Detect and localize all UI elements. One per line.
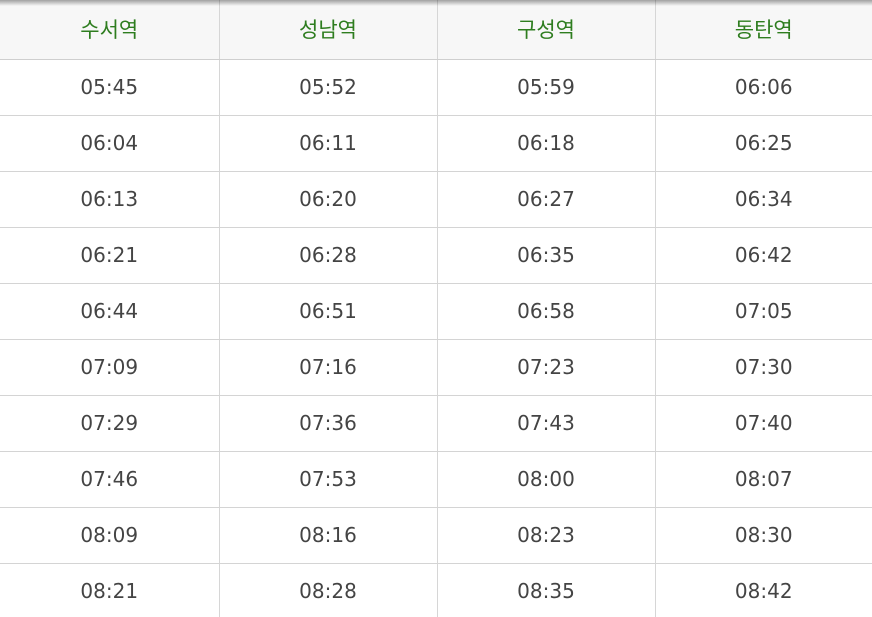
- table-cell: 07:29: [0, 395, 219, 452]
- table-cell: 07:09: [0, 339, 219, 396]
- header-station-dongtan: 동탄역: [654, 0, 872, 60]
- table-row: 06:13 06:20 06:27 06:34: [0, 171, 872, 228]
- table-cell: 06:34: [654, 171, 872, 228]
- table-cell: 08:30: [654, 507, 872, 564]
- table-row: 06:44 06:51 06:58 07:05: [0, 283, 872, 340]
- header-row: 수서역 성남역 구성역 동탄역: [0, 0, 872, 60]
- table-cell: 06:44: [0, 283, 219, 340]
- table-cell: 06:25: [654, 115, 872, 172]
- table-row: 05:45 05:52 05:59 06:06: [0, 59, 872, 116]
- table-row: 07:46 07:53 08:00 08:07: [0, 451, 872, 508]
- table-cell: 06:11: [218, 115, 437, 172]
- table-row: 07:29 07:36 07:43 07:40: [0, 395, 872, 452]
- table-cell: 08:09: [0, 507, 219, 564]
- table-cell: 08:35: [436, 563, 655, 617]
- table-cell: 06:13: [0, 171, 219, 228]
- table-cell: 06:21: [0, 227, 219, 284]
- table-cell: 05:52: [218, 59, 437, 116]
- table-cell: 08:16: [218, 507, 437, 564]
- table-cell: 07:36: [218, 395, 437, 452]
- table-cell: 06:51: [218, 283, 437, 340]
- train-timetable: 수서역 성남역 구성역 동탄역 05:45 05:52 05:59 06:06 …: [0, 0, 872, 617]
- table-cell: 08:28: [218, 563, 437, 617]
- table-cell: 06:28: [218, 227, 437, 284]
- table-cell: 06:20: [218, 171, 437, 228]
- table-cell: 06:58: [436, 283, 655, 340]
- table-cell: 06:18: [436, 115, 655, 172]
- header-station-suseo: 수서역: [0, 0, 219, 60]
- table-cell: 07:46: [0, 451, 219, 508]
- table-cell: 07:53: [218, 451, 437, 508]
- table-row: 07:09 07:16 07:23 07:30: [0, 339, 872, 396]
- table-cell: 05:45: [0, 59, 219, 116]
- header-station-guseong: 구성역: [436, 0, 655, 60]
- table-cell: 08:00: [436, 451, 655, 508]
- table-row: 08:09 08:16 08:23 08:30: [0, 507, 872, 564]
- table-cell: 07:40: [654, 395, 872, 452]
- table-cell: 07:23: [436, 339, 655, 396]
- table-cell: 07:16: [218, 339, 437, 396]
- table-cell: 06:06: [654, 59, 872, 116]
- table-row: 08:21 08:28 08:35 08:42: [0, 563, 872, 617]
- table-cell: 06:27: [436, 171, 655, 228]
- table-cell: 08:21: [0, 563, 219, 617]
- table-cell: 08:42: [654, 563, 872, 617]
- header-station-seongnam: 성남역: [218, 0, 437, 60]
- table-cell: 06:42: [654, 227, 872, 284]
- table-cell: 07:05: [654, 283, 872, 340]
- table-cell: 07:43: [436, 395, 655, 452]
- table-cell: 08:23: [436, 507, 655, 564]
- table-cell: 08:07: [654, 451, 872, 508]
- table-cell: 06:04: [0, 115, 219, 172]
- table-row: 06:04 06:11 06:18 06:25: [0, 115, 872, 172]
- table-cell: 05:59: [436, 59, 655, 116]
- table-cell: 07:30: [654, 339, 872, 396]
- timetable-container: 수서역 성남역 구성역 동탄역 05:45 05:52 05:59 06:06 …: [0, 0, 872, 617]
- table-row: 06:21 06:28 06:35 06:42: [0, 227, 872, 284]
- table-cell: 06:35: [436, 227, 655, 284]
